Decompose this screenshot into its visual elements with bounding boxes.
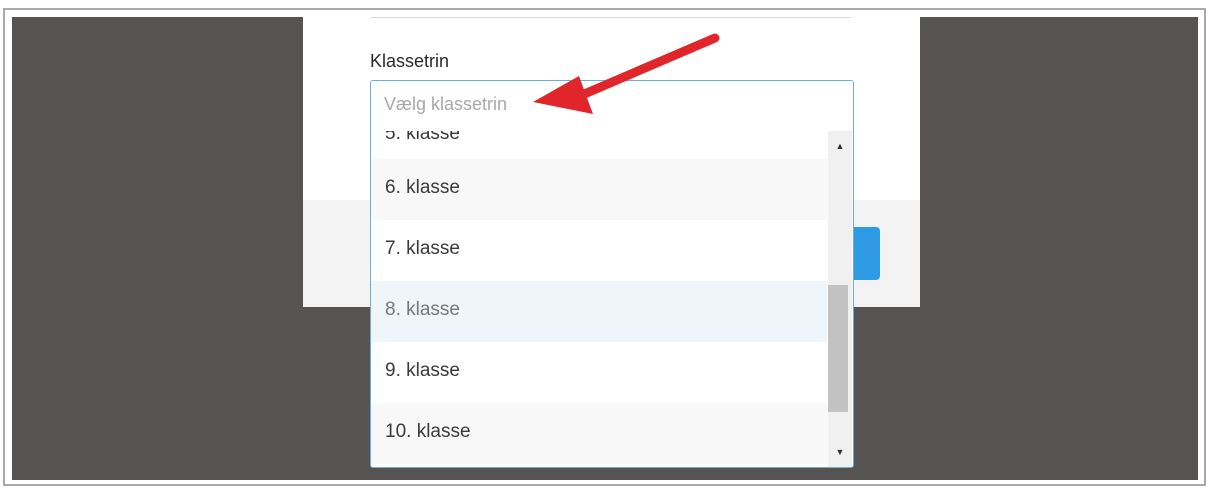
option-label: 7. klasse bbox=[385, 238, 460, 259]
klassetrin-label: Klassetrin bbox=[370, 51, 450, 71]
option-7-klasse[interactable]: 7. klasse bbox=[371, 220, 827, 281]
option-8-klasse[interactable]: 8. klasse bbox=[371, 281, 827, 342]
option-label: 5. klasse bbox=[385, 131, 460, 144]
scroll-up-icon[interactable]: ▲ bbox=[828, 137, 852, 155]
red-arrow-icon bbox=[533, 33, 720, 114]
option-label: 10. klasse bbox=[385, 421, 471, 442]
option-10-klasse[interactable]: 10. klasse bbox=[371, 403, 827, 464]
option-label: 9. klasse bbox=[385, 360, 460, 381]
option-5-klasse[interactable]: 5. klasse bbox=[371, 131, 827, 159]
scroll-down-icon[interactable]: ▼ bbox=[828, 443, 852, 461]
select-placeholder: Vælg klassetrin bbox=[384, 94, 508, 114]
options-scrollbar[interactable]: ▲ ▼ bbox=[828, 131, 852, 467]
option-6-klasse[interactable]: 6. klasse bbox=[371, 159, 827, 220]
option-9-klasse[interactable]: 9. klasse bbox=[371, 342, 827, 403]
arrow-shaft bbox=[570, 33, 720, 103]
options-list[interactable]: 5. klasse 6. klasse 7. klasse 8. klasse … bbox=[371, 131, 827, 467]
previous-field-divider bbox=[371, 17, 851, 18]
klassetrin-select[interactable]: Vælg klassetrin 5. klasse 6. klasse 7. k… bbox=[370, 80, 854, 468]
option-label: 8. klasse bbox=[385, 299, 460, 320]
arrow-head bbox=[533, 76, 593, 114]
option-label: 6. klasse bbox=[385, 177, 460, 198]
primary-button[interactable] bbox=[852, 227, 880, 280]
scrollbar-thumb[interactable] bbox=[828, 285, 848, 412]
